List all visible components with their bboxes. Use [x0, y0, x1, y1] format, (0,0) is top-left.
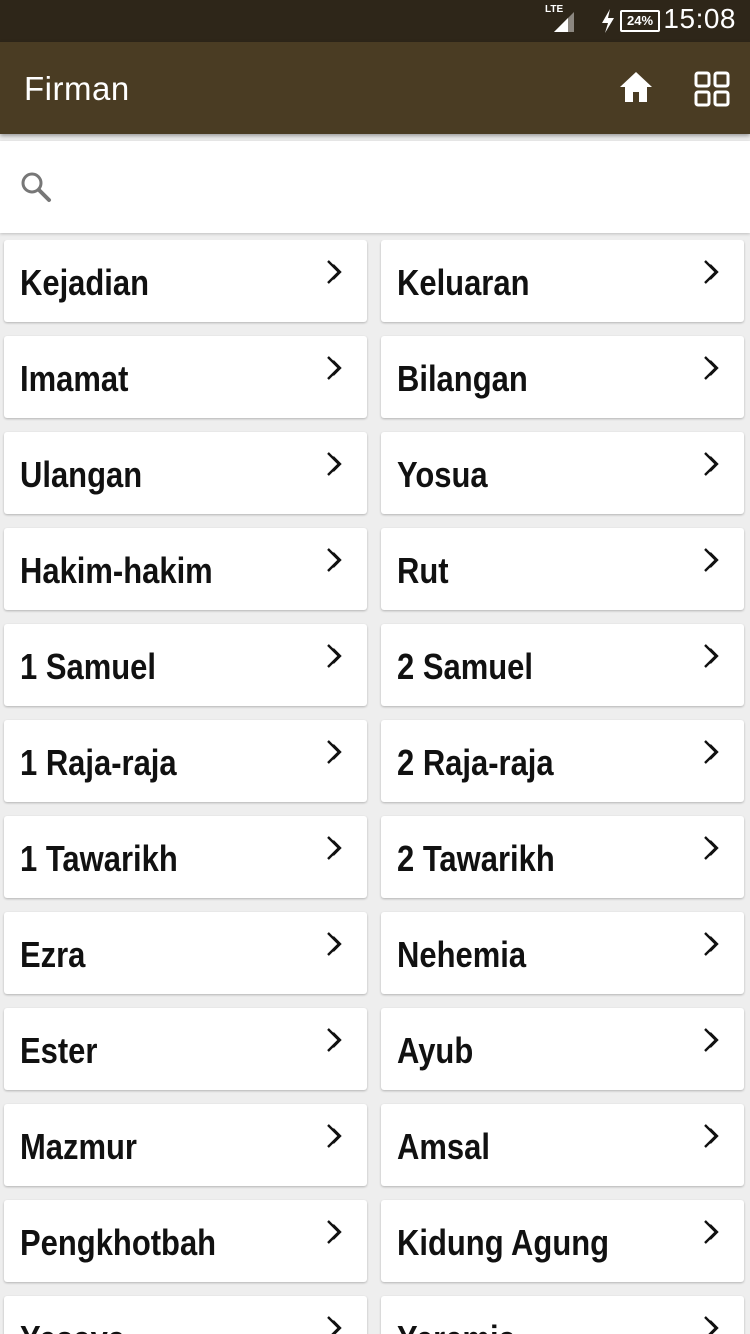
book-item[interactable]: 1 Samuel — [4, 624, 367, 706]
chevron-right-icon — [704, 836, 719, 860]
book-label: Ezra — [20, 934, 86, 975]
chevron-right-icon — [327, 1220, 342, 1244]
book-label: Ulangan — [20, 454, 143, 495]
chevron-right-icon — [704, 356, 719, 380]
clock: 15:08 — [663, 3, 736, 34]
book-item[interactable]: Ayub — [381, 1008, 744, 1090]
page-title: Firman — [24, 70, 130, 107]
chevron-right-icon — [327, 1028, 342, 1052]
book-grid: Kejadian Keluaran Imamat Bilangan Ulangan Yos… — [0, 240, 750, 1334]
chevron-right-icon — [704, 644, 719, 668]
book-item[interactable]: Hakim-hakim — [4, 528, 367, 610]
chevron-right-icon — [704, 740, 719, 764]
book-label: 1 Raja-raja — [20, 742, 177, 783]
book-label: Ester — [20, 1030, 98, 1071]
book-label: Rut — [397, 550, 449, 591]
book-item[interactable]: Yesaya — [4, 1296, 367, 1334]
book-label: Pengkhotbah — [20, 1222, 217, 1263]
book-item[interactable]: Pengkhotbah — [4, 1200, 367, 1282]
app-bar: Firman — [0, 42, 750, 134]
charging-icon — [602, 9, 614, 33]
chevron-right-icon — [327, 1316, 342, 1334]
book-label: Yeremia — [397, 1318, 516, 1334]
book-label: 2 Tawarikh — [397, 838, 555, 879]
book-item[interactable]: 2 Tawarikh — [381, 816, 744, 898]
book-item[interactable]: Mazmur — [4, 1104, 367, 1186]
book-label: Bilangan — [397, 358, 528, 399]
book-label: Kejadian — [20, 262, 150, 303]
book-label: Yosua — [397, 454, 488, 495]
search-input[interactable] — [70, 161, 730, 213]
search-icon — [21, 172, 51, 202]
book-item[interactable]: Bilangan — [381, 336, 744, 418]
book-item[interactable]: Ulangan — [4, 432, 367, 514]
chevron-right-icon — [704, 932, 719, 956]
book-item[interactable]: 2 Raja-raja — [381, 720, 744, 802]
book-item[interactable]: 1 Tawarikh — [4, 816, 367, 898]
chevron-right-icon — [704, 452, 719, 476]
chevron-right-icon — [327, 740, 342, 764]
book-label: 1 Samuel — [20, 646, 156, 687]
book-item[interactable]: 2 Samuel — [381, 624, 744, 706]
book-item[interactable]: 1 Raja-raja — [4, 720, 367, 802]
chevron-right-icon — [327, 356, 342, 380]
chevron-right-icon — [327, 452, 342, 476]
book-label: Imamat — [20, 358, 129, 399]
chevron-right-icon — [327, 836, 342, 860]
chevron-right-icon — [327, 260, 342, 284]
chevron-right-icon — [327, 932, 342, 956]
chevron-right-icon — [704, 1316, 719, 1334]
chevron-right-icon — [327, 548, 342, 572]
battery-indicator: 24% — [620, 10, 660, 32]
book-item[interactable]: Ester — [4, 1008, 367, 1090]
book-label: Hakim-hakim — [20, 550, 213, 591]
book-item[interactable]: Kejadian — [4, 240, 367, 322]
search-bar — [0, 141, 750, 233]
book-label: Amsal — [397, 1126, 490, 1167]
signal-icon — [554, 12, 574, 32]
book-item[interactable]: Nehemia — [381, 912, 744, 994]
book-item[interactable]: Imamat — [4, 336, 367, 418]
chevron-right-icon — [327, 644, 342, 668]
book-item[interactable]: Kidung Agung — [381, 1200, 744, 1282]
book-item[interactable]: Amsal — [381, 1104, 744, 1186]
chevron-right-icon — [704, 1124, 719, 1148]
book-label: 2 Raja-raja — [397, 742, 554, 783]
home-icon[interactable] — [618, 70, 654, 104]
chevron-right-icon — [704, 1028, 719, 1052]
book-label: 2 Samuel — [397, 646, 533, 687]
book-item[interactable]: Ezra — [4, 912, 367, 994]
book-label: Nehemia — [397, 934, 527, 975]
chevron-right-icon — [704, 260, 719, 284]
book-label: Keluaran — [397, 262, 530, 303]
book-label: Kidung Agung — [397, 1222, 610, 1263]
status-bar: LTE 24% 15:08 — [0, 0, 750, 42]
book-label: Mazmur — [20, 1126, 137, 1167]
chevron-right-icon — [327, 1124, 342, 1148]
book-item[interactable]: Rut — [381, 528, 744, 610]
book-item[interactable]: Yeremia — [381, 1296, 744, 1334]
book-item[interactable]: Keluaran — [381, 240, 744, 322]
book-label: Yesaya — [20, 1318, 125, 1334]
grid-view-icon[interactable] — [694, 71, 730, 107]
book-label: 1 Tawarikh — [20, 838, 178, 879]
book-item[interactable]: Yosua — [381, 432, 744, 514]
chevron-right-icon — [704, 548, 719, 572]
chevron-right-icon — [704, 1220, 719, 1244]
book-label: Ayub — [397, 1030, 474, 1071]
